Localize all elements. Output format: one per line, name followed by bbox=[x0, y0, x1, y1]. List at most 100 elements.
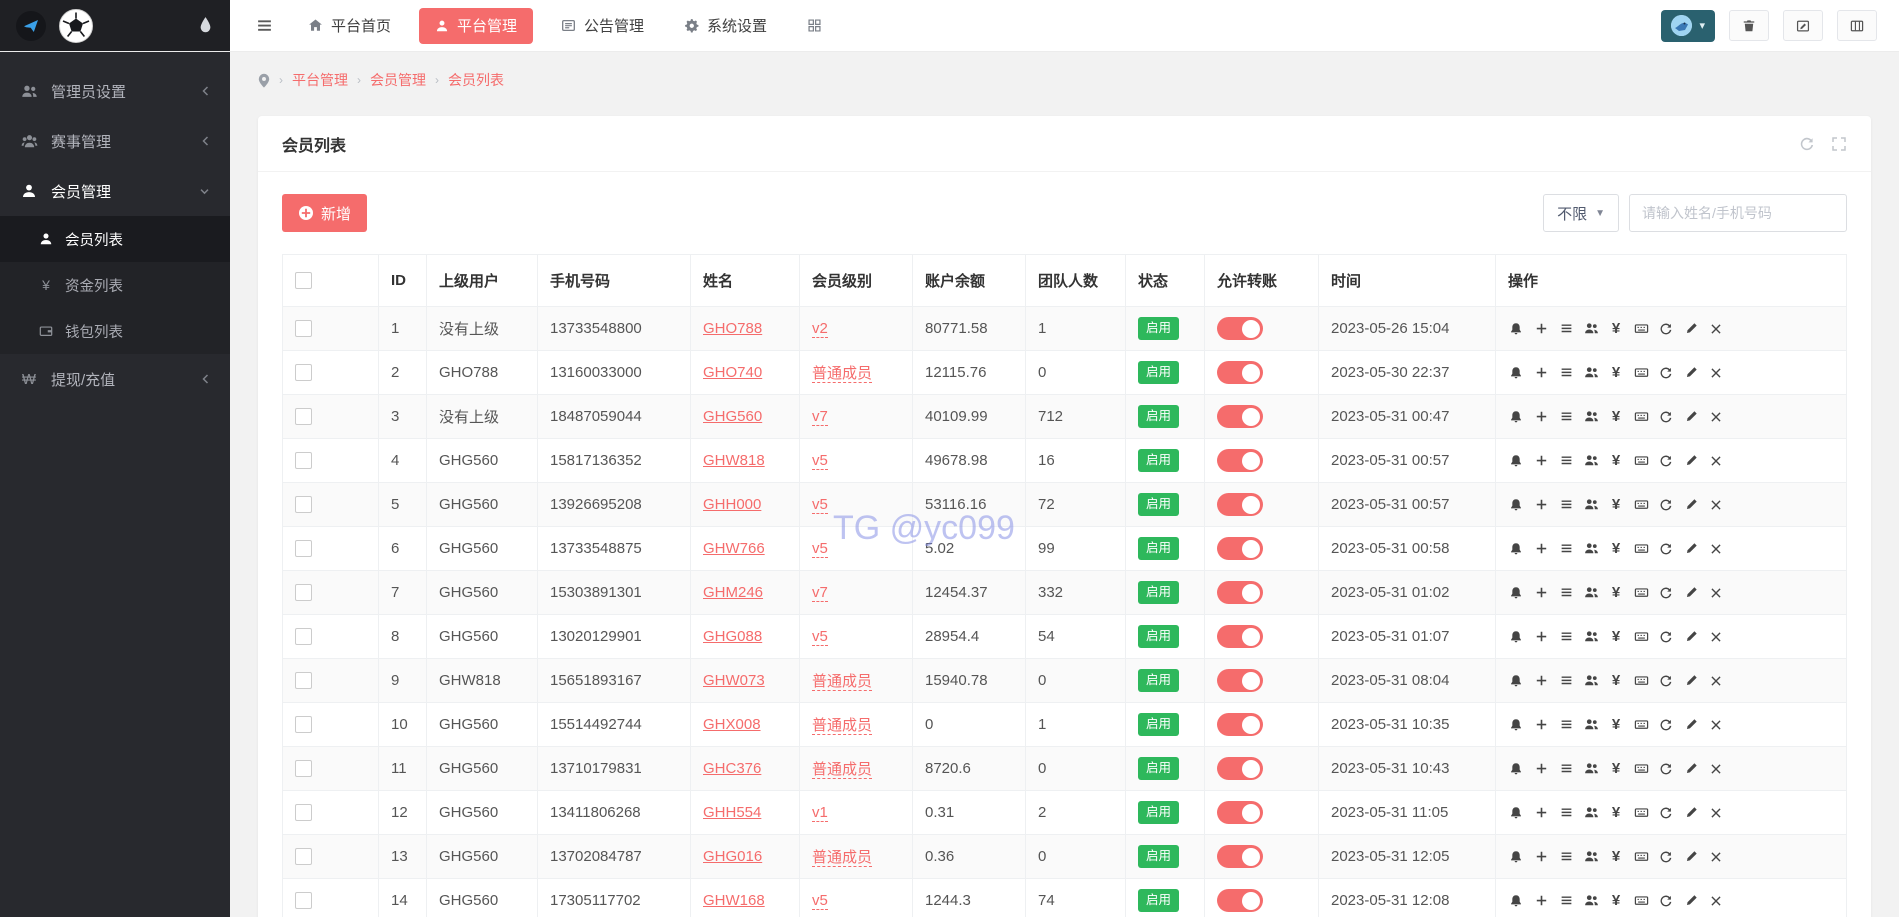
member-name-link[interactable]: GHX008 bbox=[703, 716, 761, 733]
add-sub-button[interactable] bbox=[1533, 321, 1549, 337]
transfer-toggle[interactable] bbox=[1217, 801, 1263, 824]
detail-button[interactable] bbox=[1558, 893, 1574, 909]
team-button[interactable] bbox=[1583, 497, 1599, 513]
team-button[interactable] bbox=[1583, 893, 1599, 909]
member-name-link[interactable]: GHO740 bbox=[703, 364, 762, 381]
notify-button[interactable] bbox=[1508, 365, 1524, 381]
member-name-link[interactable]: GHH000 bbox=[703, 496, 761, 513]
row-checkbox[interactable] bbox=[295, 364, 312, 381]
transfer-toggle[interactable] bbox=[1217, 537, 1263, 560]
team-button[interactable] bbox=[1583, 453, 1599, 469]
edit-button[interactable] bbox=[1683, 409, 1699, 425]
add-sub-button[interactable] bbox=[1533, 717, 1549, 733]
row-checkbox[interactable] bbox=[295, 584, 312, 601]
member-level-link[interactable]: 普通成员 bbox=[812, 673, 872, 691]
menu-toggle-icon[interactable] bbox=[244, 0, 284, 52]
reset-button[interactable] bbox=[1658, 497, 1674, 513]
transfer-toggle[interactable] bbox=[1217, 889, 1263, 912]
row-checkbox[interactable] bbox=[295, 408, 312, 425]
member-level-link[interactable]: v5 bbox=[812, 892, 828, 910]
delete-button[interactable] bbox=[1708, 717, 1724, 733]
member-level-link[interactable]: v7 bbox=[812, 584, 828, 602]
add-sub-button[interactable] bbox=[1533, 673, 1549, 689]
transfer-toggle[interactable] bbox=[1217, 757, 1263, 780]
edit-button[interactable] bbox=[1683, 761, 1699, 777]
card-button[interactable] bbox=[1633, 585, 1649, 601]
notify-button[interactable] bbox=[1508, 717, 1524, 733]
member-level-link[interactable]: 普通成员 bbox=[812, 761, 872, 779]
add-sub-button[interactable] bbox=[1533, 893, 1549, 909]
edit-button[interactable] bbox=[1683, 849, 1699, 865]
balance-button[interactable]: ¥ bbox=[1608, 541, 1624, 557]
transfer-toggle[interactable] bbox=[1217, 317, 1263, 340]
sidebar-item-members[interactable]: 会员管理 bbox=[0, 166, 230, 216]
reset-button[interactable] bbox=[1658, 541, 1674, 557]
team-button[interactable] bbox=[1583, 805, 1599, 821]
notify-button[interactable] bbox=[1508, 585, 1524, 601]
add-sub-button[interactable] bbox=[1533, 805, 1549, 821]
edit-button[interactable] bbox=[1683, 629, 1699, 645]
card-button[interactable] bbox=[1633, 761, 1649, 777]
member-name-link[interactable]: GHW766 bbox=[703, 540, 765, 557]
member-name-link[interactable]: GHW818 bbox=[703, 452, 765, 469]
add-sub-button[interactable] bbox=[1533, 497, 1549, 513]
row-checkbox[interactable] bbox=[295, 892, 312, 909]
add-sub-button[interactable] bbox=[1533, 541, 1549, 557]
member-name-link[interactable]: GHW168 bbox=[703, 892, 765, 909]
notify-button[interactable] bbox=[1508, 849, 1524, 865]
layout-columns-button[interactable] bbox=[1837, 10, 1877, 41]
notify-button[interactable] bbox=[1508, 541, 1524, 557]
row-checkbox[interactable] bbox=[295, 848, 312, 865]
card-button[interactable] bbox=[1633, 805, 1649, 821]
breadcrumb-link-platform[interactable]: 平台管理 bbox=[292, 70, 348, 90]
detail-button[interactable] bbox=[1558, 365, 1574, 381]
transfer-toggle[interactable] bbox=[1217, 845, 1263, 868]
balance-button[interactable]: ¥ bbox=[1608, 717, 1624, 733]
balance-button[interactable]: ¥ bbox=[1608, 673, 1624, 689]
team-button[interactable] bbox=[1583, 585, 1599, 601]
detail-button[interactable] bbox=[1558, 761, 1574, 777]
sidebar-item-wallet-list[interactable]: 钱包列表 bbox=[0, 308, 230, 354]
card-button[interactable] bbox=[1633, 629, 1649, 645]
row-checkbox[interactable] bbox=[295, 496, 312, 513]
team-button[interactable] bbox=[1583, 761, 1599, 777]
delete-button[interactable] bbox=[1708, 805, 1724, 821]
sidebar-item-withdraw-deposit[interactable]: ₩ 提现/充值 bbox=[0, 354, 230, 404]
notify-button[interactable] bbox=[1508, 453, 1524, 469]
detail-button[interactable] bbox=[1558, 541, 1574, 557]
fullscreen-icon[interactable] bbox=[1831, 136, 1847, 152]
transfer-toggle[interactable] bbox=[1217, 625, 1263, 648]
detail-button[interactable] bbox=[1558, 717, 1574, 733]
member-name-link[interactable]: GHC376 bbox=[703, 760, 761, 777]
add-sub-button[interactable] bbox=[1533, 629, 1549, 645]
member-name-link[interactable]: GHH554 bbox=[703, 804, 761, 821]
sidebar-item-member-list[interactable]: 会员列表 bbox=[0, 216, 230, 262]
card-button[interactable] bbox=[1633, 365, 1649, 381]
row-checkbox[interactable] bbox=[295, 716, 312, 733]
detail-button[interactable] bbox=[1558, 849, 1574, 865]
member-name-link[interactable]: GHO788 bbox=[703, 320, 762, 337]
nav-item-settings[interactable]: 系统设置 bbox=[668, 0, 783, 52]
balance-button[interactable]: ¥ bbox=[1608, 893, 1624, 909]
transfer-toggle[interactable] bbox=[1217, 493, 1263, 516]
delete-button[interactable] bbox=[1708, 365, 1724, 381]
header-checkbox[interactable] bbox=[295, 272, 312, 289]
member-level-link[interactable]: v5 bbox=[812, 628, 828, 646]
refresh-icon[interactable] bbox=[1799, 136, 1815, 152]
detail-button[interactable] bbox=[1558, 629, 1574, 645]
reset-button[interactable] bbox=[1658, 409, 1674, 425]
reset-button[interactable] bbox=[1658, 893, 1674, 909]
transfer-toggle[interactable] bbox=[1217, 361, 1263, 384]
detail-button[interactable] bbox=[1558, 805, 1574, 821]
notify-button[interactable] bbox=[1508, 761, 1524, 777]
transfer-toggle[interactable] bbox=[1217, 405, 1263, 428]
transfer-toggle[interactable] bbox=[1217, 669, 1263, 692]
member-level-link[interactable]: v1 bbox=[812, 804, 828, 822]
balance-button[interactable]: ¥ bbox=[1608, 497, 1624, 513]
delete-button[interactable] bbox=[1708, 893, 1724, 909]
reset-button[interactable] bbox=[1658, 761, 1674, 777]
reset-button[interactable] bbox=[1658, 805, 1674, 821]
edit-button[interactable] bbox=[1683, 453, 1699, 469]
member-level-link[interactable]: v2 bbox=[812, 320, 828, 338]
team-button[interactable] bbox=[1583, 409, 1599, 425]
